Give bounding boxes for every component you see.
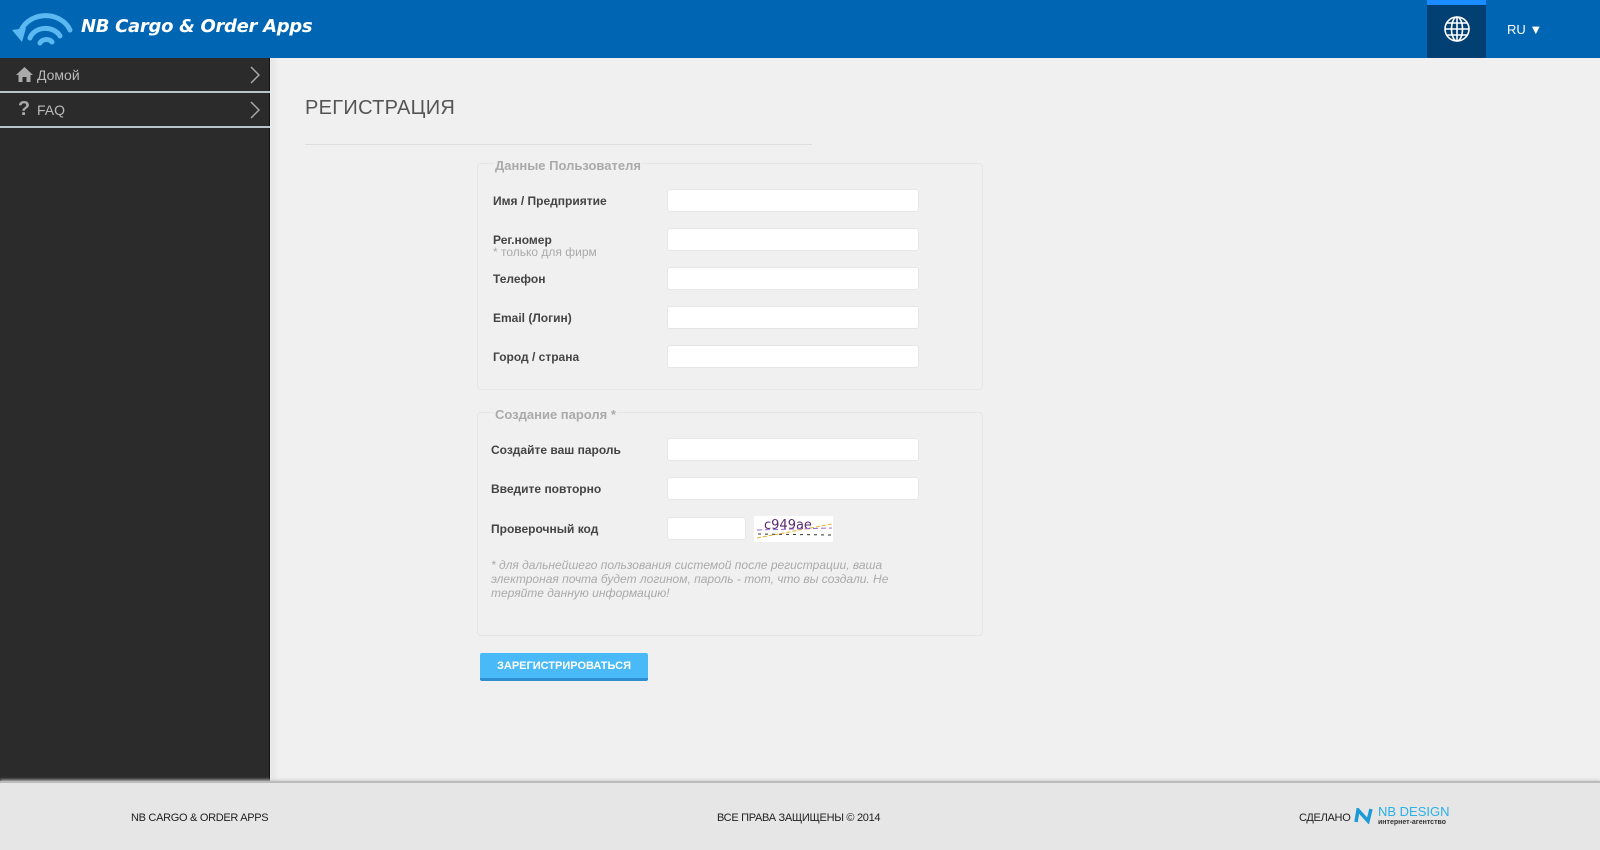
nb-design-logo-icon[interactable]: [1354, 806, 1374, 829]
language-value: RU: [1507, 22, 1526, 37]
page-title: РЕГИСТРАЦИЯ: [305, 97, 456, 119]
footer-made-by: СДЕЛАНО: [1299, 812, 1351, 824]
name-label: Имя / Предприятие: [493, 194, 607, 208]
password-legend: Создание пароля *: [494, 407, 617, 422]
reg-number-input[interactable]: [667, 228, 919, 251]
language-select[interactable]: RU ▼: [1507, 22, 1542, 37]
sidebar-item-faq[interactable]: ? FAQ: [0, 93, 270, 128]
footer-app-name: NB CARGO & ORDER APPS: [131, 812, 269, 824]
language-button[interactable]: [1427, 0, 1486, 58]
name-input[interactable]: [667, 189, 919, 212]
top-header: NB Cargo & Order Apps RU ▼: [0, 0, 1600, 58]
email-input[interactable]: [667, 306, 919, 329]
reg-number-hint: * только для фирм: [493, 245, 597, 259]
phone-label: Телефон: [493, 272, 546, 286]
password-note: * для дальнейшего пользования системой п…: [491, 558, 889, 600]
question-icon: ?: [17, 98, 31, 120]
caret-down-icon: ▼: [1529, 22, 1543, 37]
password-input[interactable]: [667, 438, 919, 461]
captcha-image: c949ae: [754, 516, 833, 542]
phone-input[interactable]: [667, 267, 919, 290]
app-title[interactable]: NB Cargo & Order Apps: [81, 16, 313, 37]
captcha-label: Проверочный код: [491, 522, 599, 536]
chevron-right-icon: [250, 66, 261, 87]
globe-icon: [1443, 15, 1471, 48]
content-edge: [271, 58, 279, 781]
home-icon: [13, 67, 35, 82]
sidebar-item-label: FAQ: [37, 101, 66, 118]
password-label: Создайте ваш пароль: [491, 443, 621, 457]
logo-icon: [10, 12, 74, 51]
password-repeat-label: Введите повторно: [491, 482, 602, 496]
nb-design-subtitle: интернет-агентство: [1378, 819, 1446, 826]
footer: NB CARGO & ORDER APPS ВСЕ ПРАВА ЗАЩИЩЕНЫ…: [0, 781, 1600, 850]
sidebar: Домой ? FAQ: [0, 58, 270, 781]
nb-design-brand[interactable]: NB DESIGN: [1378, 804, 1450, 819]
user-data-legend: Данные Пользователя: [494, 158, 642, 173]
city-label: Город / страна: [493, 350, 580, 364]
city-input[interactable]: [667, 345, 919, 368]
divider: [305, 144, 812, 145]
password-repeat-input[interactable]: [667, 477, 919, 500]
email-label: Email (Логин): [493, 311, 572, 325]
sidebar-item-home[interactable]: Домой: [0, 58, 270, 93]
register-button[interactable]: ЗАРЕГИСТРИРОВАТЬСЯ: [480, 653, 648, 681]
sidebar-item-label: Домой: [37, 66, 80, 83]
footer-copyright: ВСЕ ПРАВА ЗАЩИЩЕНЫ © 2014: [717, 812, 881, 824]
captcha-input[interactable]: [667, 517, 746, 540]
chevron-right-icon: [250, 101, 261, 122]
